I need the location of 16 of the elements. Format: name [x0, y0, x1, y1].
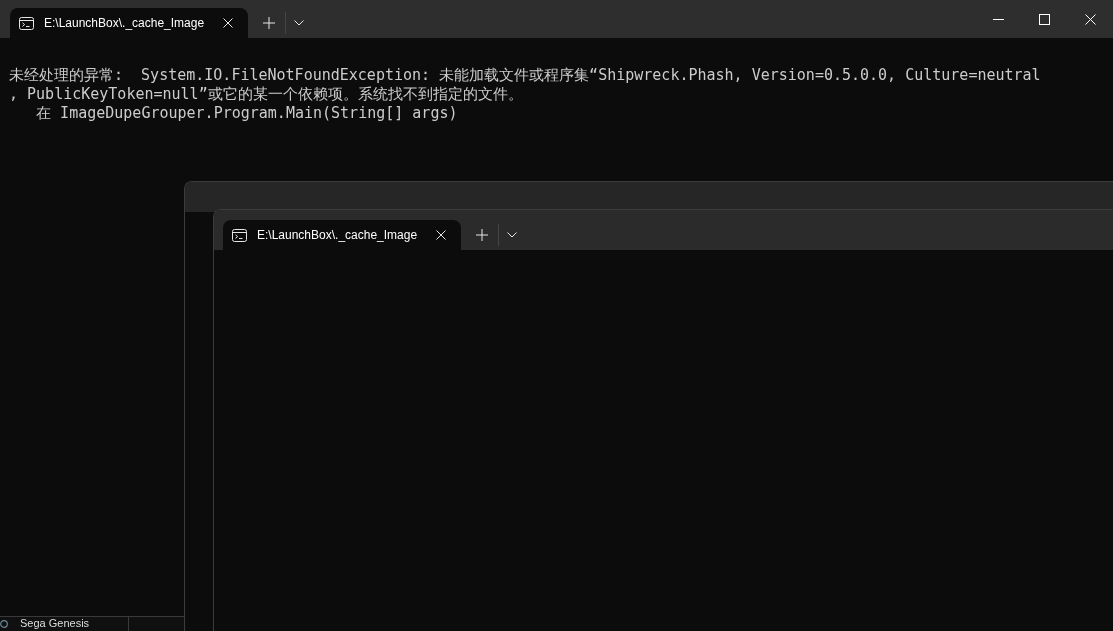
- minimize-icon[interactable]: [992, 18, 1004, 20]
- terminal-icon: [19, 16, 34, 30]
- terminal-line: 未经处理的异常: System.IO.FileNotFoundException: 未能加载文件或程序集“Shipwreck.Phash, Version=0.5.0.0, Culture=neutral: [9, 66, 1041, 85]
- terminal-line: 在 ImageDupeGrouper.Program.Main(String[] args): [35, 104, 458, 123]
- terminal-line: , PublicKeyToken=null”或它的某一个依赖项。系统找不到指定的文件。: [9, 85, 523, 104]
- tab[interactable]: E:\LaunchBox\._cache_Image: [223, 220, 461, 250]
- terminal-icon: [232, 228, 247, 242]
- close-icon[interactable]: [223, 18, 233, 28]
- plus-icon[interactable]: [476, 229, 488, 241]
- chevron-down-icon[interactable]: [507, 232, 517, 238]
- close-icon[interactable]: [436, 230, 446, 240]
- chevron-down-icon[interactable]: [294, 20, 304, 26]
- maximize-icon[interactable]: [1038, 13, 1050, 25]
- tab[interactable]: E:\LaunchBox\._cache_Image: [10, 8, 248, 38]
- circle-icon: [0, 620, 8, 628]
- plus-icon[interactable]: [263, 17, 275, 29]
